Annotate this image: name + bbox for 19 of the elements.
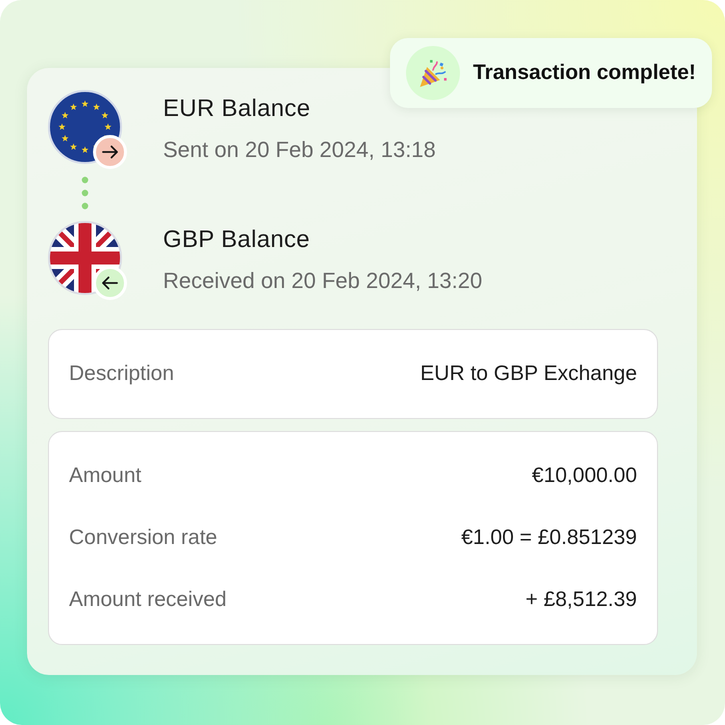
- balance-title: EUR Balance: [163, 95, 312, 123]
- party-popper-icon: [406, 46, 460, 100]
- detail-label: Description: [69, 361, 174, 387]
- detail-label: Conversion rate: [69, 525, 218, 551]
- toast-message: Transaction complete!: [473, 61, 696, 85]
- connector-dot: [82, 202, 88, 210]
- transfer-date: Sent on 20 Feb 2024, 13:18: [163, 137, 436, 163]
- connector-dot: [82, 176, 88, 184]
- arrow-right-icon: [93, 135, 127, 169]
- detail-label: Amount: [69, 463, 142, 489]
- detail-value: + £8,512.39: [525, 587, 637, 613]
- detail-label: Amount received: [69, 587, 227, 613]
- detail-value: €1.00 = £0.851239: [461, 525, 637, 551]
- balance-title: GBP Balance: [163, 226, 311, 254]
- detail-value: EUR to GBP Exchange: [420, 361, 637, 387]
- connector-dot: [82, 190, 88, 196]
- transfer-date: Received on 20 Feb 2024, 13:20: [163, 268, 482, 294]
- arrow-left-icon: [93, 266, 127, 300]
- detail-value: €10,000.00: [532, 463, 637, 489]
